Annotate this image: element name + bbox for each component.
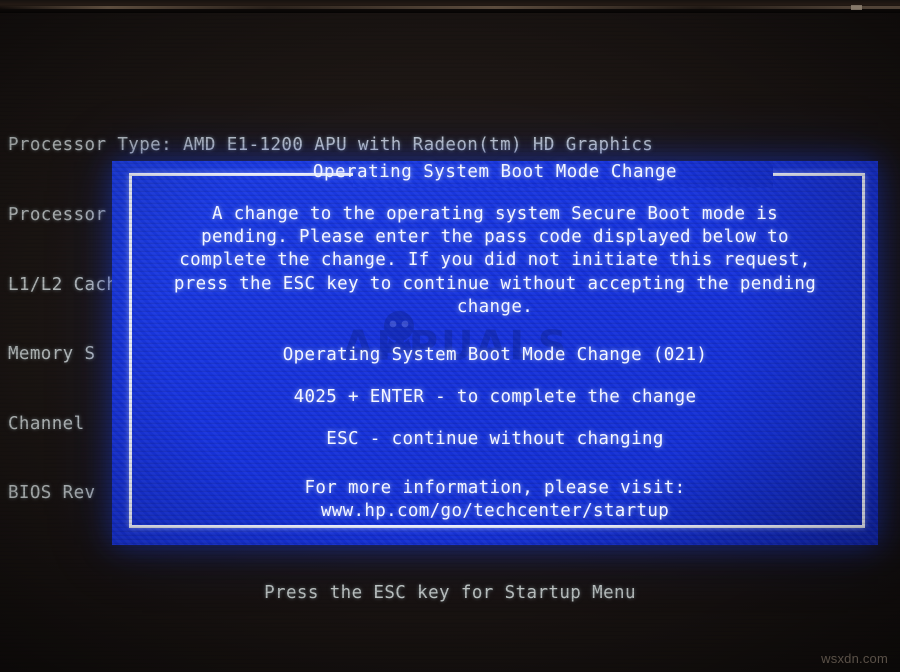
message-line-2: pending. Please enter the pass code disp…: [201, 227, 789, 248]
boot-mode-change-dialog: Operating System Boot Mode Change A chan…: [112, 161, 878, 545]
spacer-above-escape: [112, 409, 878, 428]
bios-line-processor-type: Processor Type: AMD E1-1200 APU with Rad…: [8, 135, 654, 156]
dialog-title: Operating System Boot Mode Change: [312, 162, 678, 182]
boot-mode-change-code-line: Operating System Boot Mode Change (021): [282, 345, 708, 366]
message-line-1: A change to the operating system Secure …: [211, 204, 779, 224]
message-line-4: press the ESC key to continue without ac…: [173, 273, 817, 294]
escape-continue-line[interactable]: ESC - continue without changing: [112, 428, 878, 451]
support-url[interactable]: www.hp.com/go/techcenter/startup: [112, 500, 878, 523]
pass-code-confirm-line[interactable]: 4025 + ENTER - to complete the change: [112, 386, 878, 409]
spacer-above-footer: [112, 452, 878, 477]
spacer-above-confirm: [112, 367, 878, 386]
spacer-above-code: [112, 319, 878, 344]
startup-menu-prompt: Press the ESC key for Startup Menu: [264, 583, 636, 603]
more-information-prompt: For more information, please visit:: [304, 477, 686, 498]
dialog-body: A change to the operating system Secure …: [112, 203, 878, 523]
message-line-3: complete the change. If you did not init…: [179, 250, 811, 271]
bezel-light-reflection: [0, 6, 900, 9]
bios-screen-photo: Processor Type: AMD E1-1200 APU with Rad…: [0, 0, 900, 672]
message-line-5: change.: [456, 296, 534, 317]
bezel-indicator-light: [851, 5, 862, 10]
dialog-message-paragraph: A change to the operating system Secure …: [112, 203, 878, 319]
site-watermark: wsxdn.com: [821, 651, 888, 666]
